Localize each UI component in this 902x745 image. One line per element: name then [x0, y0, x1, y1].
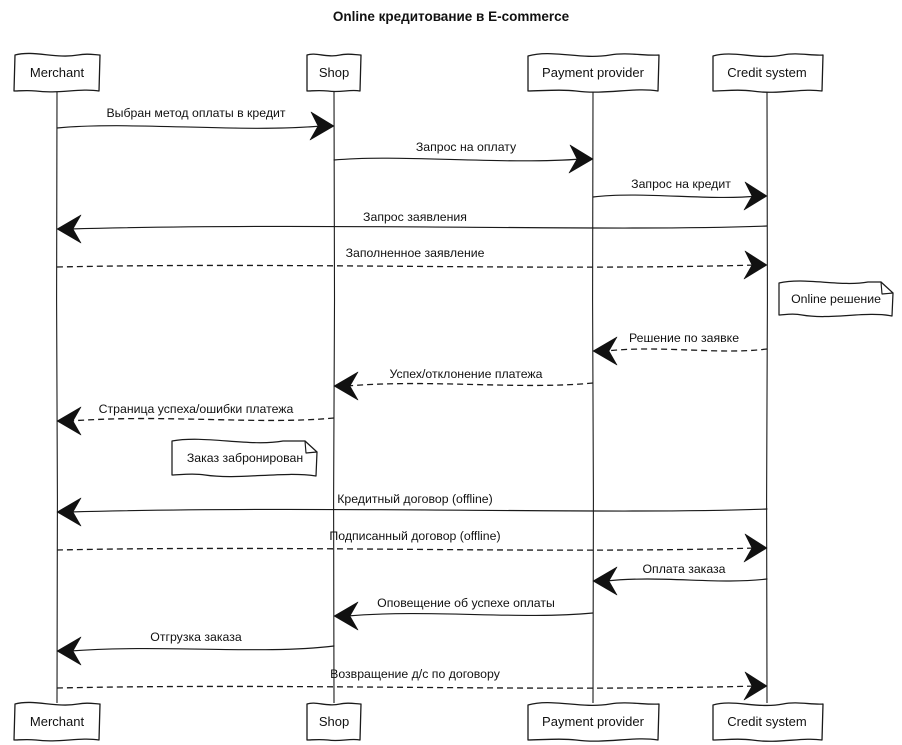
- actor-box-merchant[interactable]: Merchant: [13, 52, 101, 93]
- message-10-line: [56, 547, 758, 551]
- actor-box-credit-system-bottom[interactable]: Credit system: [712, 702, 824, 742]
- note-online-decision[interactable]: Online решение: [778, 280, 894, 318]
- message-8-label: Страница успеха/ошибки платежа: [99, 402, 294, 416]
- message-8[interactable]: Страница успеха/ошибки платежа: [56, 402, 335, 436]
- message-10-label: Подписанный договор (offline): [329, 529, 500, 543]
- message-6-arrowhead: [592, 336, 618, 366]
- message-13[interactable]: Отгрузка заказа: [56, 630, 335, 666]
- actor-label-payment-provider-bottom: Payment provider: [542, 714, 645, 729]
- message-2-arrowhead: [568, 144, 594, 174]
- actor-box-payment-provider-bottom[interactable]: Payment provider: [527, 701, 660, 742]
- actor-label-shop-bottom: Shop: [319, 714, 349, 729]
- message-4-line: [69, 225, 768, 230]
- message-6-line: [605, 348, 768, 352]
- message-7-line: [346, 382, 594, 387]
- message-13-label: Отгрузка заказа: [150, 630, 242, 644]
- message-2-line: [333, 157, 583, 162]
- message-2-label: Запрос на оплату: [416, 140, 517, 154]
- actor-label-merchant: Merchant: [30, 65, 85, 80]
- actor-box-payment-provider[interactable]: Payment provider: [527, 52, 660, 93]
- message-8-line: [69, 417, 335, 422]
- note-online-decision-label: Online решение: [791, 292, 881, 306]
- actor-label-shop: Shop: [319, 65, 349, 80]
- message-5[interactable]: Заполненное заявление: [56, 246, 768, 280]
- message-11[interactable]: Оплата заказа: [592, 562, 768, 596]
- actor-label-merchant-bottom: Merchant: [30, 714, 85, 729]
- message-1-label: Выбран метод оплаты в кредит: [106, 106, 285, 120]
- message-10[interactable]: Подписанный договор (offline): [56, 529, 768, 563]
- actor-box-shop-bottom[interactable]: Shop: [306, 702, 362, 742]
- actor-label-credit-system-bottom: Credit system: [727, 714, 806, 729]
- message-1-line: [56, 125, 323, 129]
- message-9[interactable]: Кредитный договор (offline): [56, 492, 768, 527]
- actor-label-credit-system: Credit system: [727, 65, 806, 80]
- message-7-label: Успех/отклонение платежа: [389, 367, 542, 381]
- message-2[interactable]: Запрос на оплату: [333, 140, 594, 174]
- message-9-line: [69, 508, 768, 513]
- actor-box-credit-system[interactable]: Credit system: [712, 53, 824, 93]
- note-order-booked[interactable]: Заказ забронирован: [171, 438, 318, 478]
- message-14[interactable]: Возвращение д/с по договору: [56, 667, 768, 701]
- message-1-arrowhead: [309, 111, 335, 141]
- message-12[interactable]: Оповещение об успехе оплаты: [333, 596, 594, 631]
- message-11-line: [605, 578, 768, 582]
- message-13-line: [69, 645, 335, 652]
- message-12-line: [346, 612, 594, 617]
- sequence-diagram-canvas: Online кредитование в E-commerce Merchan…: [0, 0, 902, 745]
- message-11-label: Оплата заказа: [642, 562, 725, 576]
- message-12-label: Оповещение об успехе оплаты: [377, 596, 555, 610]
- actor-box-merchant-bottom[interactable]: Merchant: [13, 701, 101, 742]
- message-4-label: Запрос заявления: [363, 210, 467, 224]
- message-14-line: [56, 685, 758, 689]
- message-6[interactable]: Решение по заявке: [592, 331, 768, 366]
- message-4[interactable]: Запрос заявления: [56, 210, 768, 244]
- lifeline-merchant: [56, 91, 58, 704]
- message-3-arrowhead: [743, 181, 768, 211]
- message-3-line: [592, 194, 758, 199]
- message-6-label: Решение по заявке: [629, 331, 739, 345]
- lifeline-shop: [333, 91, 336, 704]
- message-3-label: Запрос на кредит: [631, 177, 731, 191]
- lifeline-payment-provider: [592, 91, 594, 704]
- message-14-label: Возвращение д/с по договору: [330, 667, 501, 681]
- diagram-svg: Online кредитование в E-commerce Merchan…: [13, 9, 894, 742]
- message-11-arrowhead: [592, 566, 618, 596]
- message-7-arrowhead: [333, 371, 359, 401]
- message-5-label: Заполненное заявление: [346, 246, 485, 260]
- page-title: Online кредитование в E-commerce: [333, 9, 570, 24]
- actor-label-payment-provider: Payment provider: [542, 65, 645, 80]
- message-3[interactable]: Запрос на кредит: [592, 177, 768, 211]
- message-8-arrowhead: [56, 406, 82, 436]
- message-5-line: [56, 264, 758, 268]
- message-9-label: Кредитный договор (offline): [337, 492, 493, 506]
- actor-box-shop[interactable]: Shop: [306, 53, 362, 93]
- lifeline-credit-system: [766, 91, 768, 704]
- message-1[interactable]: Выбран метод оплаты в кредит: [56, 106, 335, 141]
- message-7[interactable]: Успех/отклонение платежа: [333, 367, 594, 401]
- note-order-booked-label: Заказ забронирован: [187, 451, 303, 465]
